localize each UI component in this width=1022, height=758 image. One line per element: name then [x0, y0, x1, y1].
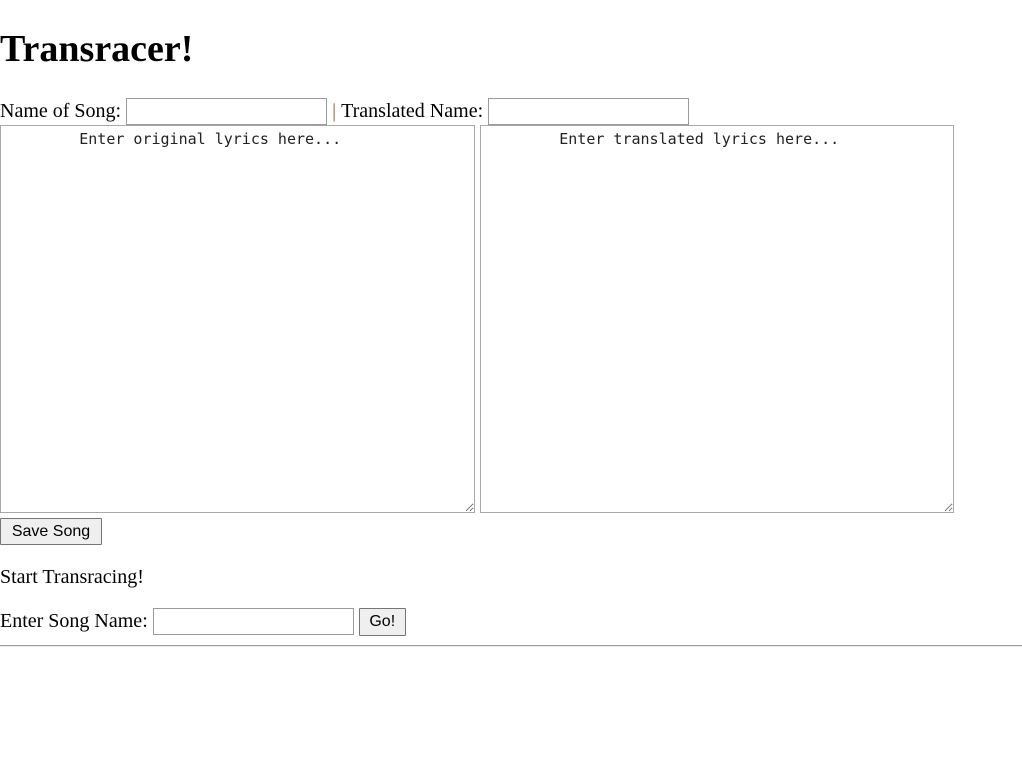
- song-search-row: Enter Song Name: Go!: [0, 607, 406, 636]
- original-lyrics-textarea[interactable]: [0, 125, 475, 513]
- start-transracing-text: Start Transracing!: [0, 566, 144, 588]
- translated-name-label: Translated Name:: [341, 99, 484, 122]
- name-separator: |: [332, 99, 337, 122]
- song-name-row: Name of Song: | Translated Name:: [0, 97, 690, 125]
- go-button[interactable]: Go!: [358, 607, 406, 636]
- save-song-button[interactable]: Save Song: [0, 518, 102, 545]
- song-name-input[interactable]: [126, 97, 328, 125]
- page-title: Transracer!: [0, 28, 194, 70]
- divider: [0, 645, 1022, 647]
- enter-song-name-label: Enter Song Name:: [0, 610, 148, 632]
- song-name-label: Name of Song:: [0, 99, 122, 122]
- song-search-input[interactable]: [152, 608, 354, 635]
- translated-name-input[interactable]: [488, 97, 690, 125]
- translated-lyrics-textarea[interactable]: [480, 125, 954, 513]
- page: Transracer! Name of Song: | Translated N…: [0, 0, 1022, 758]
